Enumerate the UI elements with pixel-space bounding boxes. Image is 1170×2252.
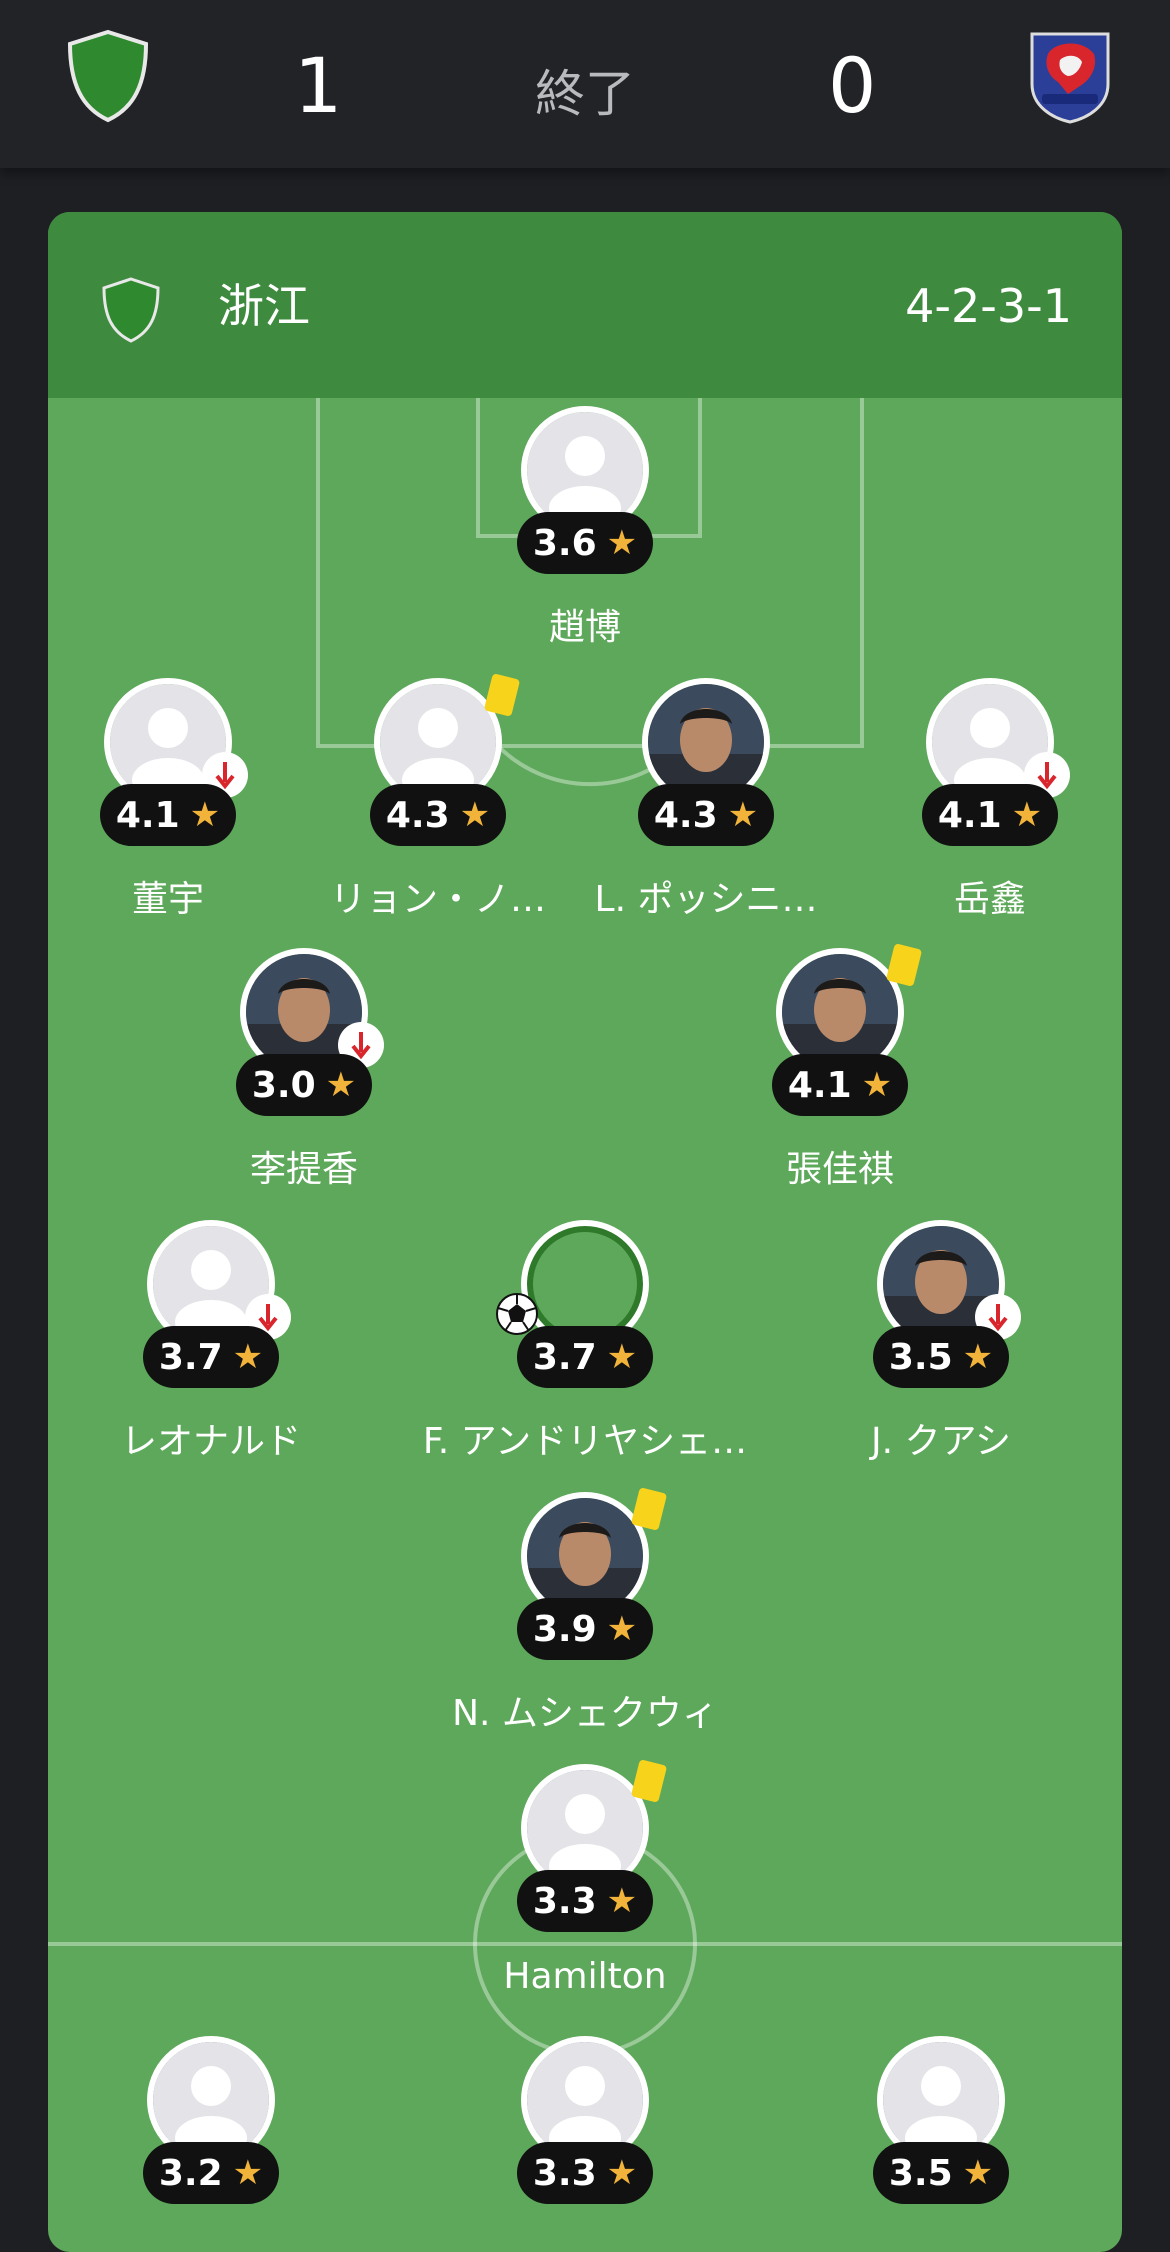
star-icon: ★: [459, 795, 491, 835]
player-photo: [782, 954, 898, 1070]
star-icon: ★: [325, 1065, 357, 1105]
star-icon: ★: [962, 2153, 994, 2193]
rating-value: 3.2: [158, 2152, 223, 2194]
player-name[interactable]: 岳鑫: [810, 870, 1122, 922]
person-placeholder-icon: [527, 1770, 643, 1886]
rating-value: 3.9: [532, 1608, 597, 1650]
player-rating-badge: 3.5 ★: [873, 1326, 1009, 1388]
player-rating-badge: 3.5 ★: [873, 2142, 1009, 2204]
player-rating-badge: 4.1 ★: [100, 784, 236, 846]
player-rating-badge: 3.3 ★: [517, 2142, 653, 2204]
player-rating-badge: 3.6 ★: [517, 512, 653, 574]
player-name[interactable]: J. クアシ: [761, 1412, 1121, 1464]
star-icon: ★: [232, 2153, 264, 2193]
player-name[interactable]: レオナルド: [48, 1412, 391, 1464]
formation-label: 4-2-3-1: [905, 279, 1072, 333]
player-name[interactable]: Hamilton: [405, 1956, 765, 1997]
player-name[interactable]: N. ムシェクウィ: [405, 1684, 765, 1736]
person-placeholder-icon: [527, 412, 643, 528]
star-icon: ★: [1011, 795, 1043, 835]
player-rating-badge: 3.3 ★: [517, 1870, 653, 1932]
rating-value: 3.6: [532, 522, 597, 564]
star-icon: ★: [861, 1065, 893, 1105]
rating-value: 4.1: [787, 1064, 852, 1106]
lion-crest-icon[interactable]: [1018, 24, 1122, 124]
player-name[interactable]: 張佳祺: [660, 1140, 1020, 1192]
rating-value: 3.5: [888, 2152, 953, 2194]
star-icon: ★: [606, 523, 638, 563]
match-status: 終了: [535, 65, 635, 123]
person-placeholder-icon: [527, 2042, 643, 2158]
player-rating-badge: 3.9 ★: [517, 1598, 653, 1660]
rating-value: 3.7: [158, 1336, 223, 1378]
team-shield-icon: [102, 277, 160, 343]
person-placeholder-icon: [380, 684, 496, 800]
person-placeholder-icon: [883, 2042, 999, 2158]
player-name[interactable]: F. アンドリヤシェ…: [405, 1412, 765, 1464]
player-photo: [648, 684, 764, 800]
rating-value: 3.3: [532, 2152, 597, 2194]
star-icon: ★: [606, 2153, 638, 2193]
star-icon: ★: [962, 1337, 994, 1377]
team-name: 浙江: [218, 279, 310, 333]
player-rating-badge: 3.7 ★: [143, 1326, 279, 1388]
rating-value: 4.1: [115, 794, 180, 836]
rating-value: 4.1: [937, 794, 1002, 836]
star-icon: ★: [606, 1337, 638, 1377]
team-header: 浙江 4-2-3-1: [48, 212, 1122, 398]
player-rating-badge: 4.3 ★: [638, 784, 774, 846]
rating-value: 3.5: [888, 1336, 953, 1378]
player-rating-badge: 3.7 ★: [517, 1326, 653, 1388]
lineup-card: 浙江 4-2-3-1 3.6 ★ 趙博 4.1 ★ 董宇 4.3 ★ リョン・ノ… 4.3 ★…: [48, 212, 1122, 2252]
rating-value: 3.3: [532, 1880, 597, 1922]
player-rating-badge: 3.0 ★: [236, 1054, 372, 1116]
rating-value: 3.0: [251, 1064, 316, 1106]
player-rating-badge: 4.1 ★: [922, 784, 1058, 846]
player-name[interactable]: 李提香: [124, 1140, 484, 1192]
star-icon: ★: [727, 795, 759, 835]
match-header: 1 終了 0: [0, 0, 1170, 168]
player-photo: [527, 1498, 643, 1614]
player-name[interactable]: 趙博: [405, 598, 765, 650]
away-score: 0: [828, 41, 877, 130]
rating-value: 4.3: [653, 794, 718, 836]
rating-value: 4.3: [385, 794, 450, 836]
star-icon: ★: [189, 795, 221, 835]
player-rating-badge: 3.2 ★: [143, 2142, 279, 2204]
star-icon: ★: [606, 1881, 638, 1921]
star-icon: ★: [232, 1337, 264, 1377]
rating-value: 3.7: [532, 1336, 597, 1378]
star-icon: ★: [606, 1609, 638, 1649]
player-rating-badge: 4.1 ★: [772, 1054, 908, 1116]
person-placeholder-icon: [153, 2042, 269, 2158]
player-rating-badge: 4.3 ★: [370, 784, 506, 846]
